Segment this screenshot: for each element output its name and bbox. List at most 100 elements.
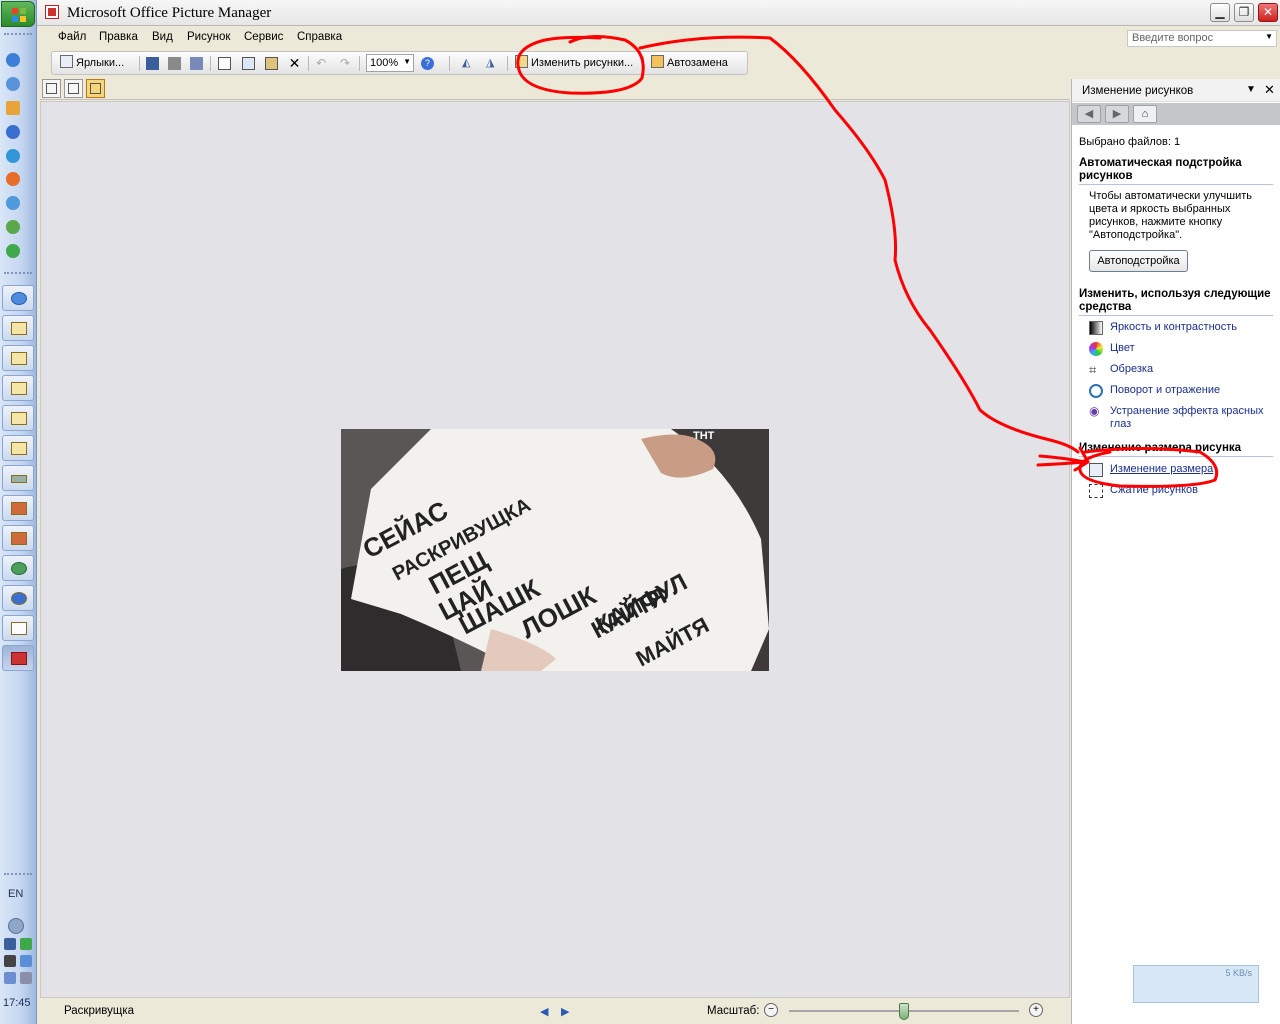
- picture-preview[interactable]: ТНТ СЕЙАС РАСКРИВУЩКА ПЕЩ ЦАЙ ШАШК ЛОШК …: [341, 429, 769, 671]
- next-picture-button[interactable]: ▶: [561, 1005, 569, 1018]
- photo-image: ТНТ СЕЙАС РАСКРИВУЩКА ПЕЩ ЦАЙ ШАШК ЛОШК …: [341, 429, 769, 671]
- tray-collapse-icon[interactable]: [8, 918, 24, 934]
- compress-icon: [1089, 484, 1103, 498]
- menu-picture[interactable]: Рисунок: [187, 31, 230, 43]
- autofix-icon: [651, 55, 664, 68]
- toolbar-separator: [210, 56, 211, 71]
- help-icon[interactable]: ?: [421, 57, 434, 70]
- chevron-down-icon: ▼: [1265, 32, 1273, 41]
- title-bar[interactable]: Microsoft Office Picture Manager ▁ ❐ ✕: [37, 0, 1280, 26]
- minimize-button[interactable]: ▁: [1210, 3, 1230, 22]
- task-pane-header: Изменение рисунков ▼ ✕: [1072, 79, 1280, 102]
- delete-icon[interactable]: ✕: [288, 56, 301, 70]
- shortcuts-button[interactable]: Ярлыки...: [60, 55, 124, 72]
- shortcuts-label: Ярлыки...: [76, 57, 125, 69]
- taskbar-item-globe[interactable]: [2, 555, 34, 581]
- filmstrip-icon: [68, 83, 79, 94]
- language-indicator[interactable]: EN: [8, 888, 23, 900]
- search-icon[interactable]: [6, 149, 20, 163]
- back-button[interactable]: ◀: [1077, 105, 1101, 123]
- restore-button[interactable]: ❐: [1234, 3, 1254, 22]
- rotate-icon: [1089, 384, 1103, 398]
- previous-picture-button[interactable]: ◀: [540, 1005, 548, 1018]
- close-button[interactable]: ✕: [1258, 3, 1278, 22]
- globe-icon: [11, 562, 27, 575]
- cut-icon[interactable]: [218, 57, 231, 70]
- tray-icon-3[interactable]: [4, 955, 16, 967]
- autofix-pane-button[interactable]: Автоподстройка: [1089, 250, 1188, 272]
- send-icon[interactable]: [190, 57, 203, 70]
- taskbar-item-app-2[interactable]: [2, 525, 34, 551]
- taskbar-item-folder-3[interactable]: [2, 375, 34, 401]
- arrow-left-icon: ◀: [540, 1006, 549, 1018]
- taskbar-item-app-1[interactable]: [2, 495, 34, 521]
- picture-manager-window: Microsoft Office Picture Manager ▁ ❐ ✕ Ф…: [37, 0, 1280, 1024]
- single-picture-view-button[interactable]: [86, 79, 105, 98]
- save-icon[interactable]: [146, 57, 159, 70]
- zoom-combo[interactable]: 100% ▼: [366, 54, 414, 72]
- redo-icon[interactable]: ↷: [340, 57, 353, 70]
- restore-icon: ❐: [1238, 5, 1250, 19]
- zoom-in-button[interactable]: +: [1029, 1003, 1043, 1017]
- task-pane-menu-button[interactable]: ▼: [1246, 84, 1256, 95]
- copy-icon[interactable]: [242, 57, 255, 70]
- autofix-button[interactable]: Автозамена: [651, 55, 728, 72]
- edit-pictures-button[interactable]: Изменить рисунки...: [515, 55, 633, 72]
- task-pane: Изменение рисунков ▼ ✕ ◀ ▶ ⌂ Выбрано фай…: [1071, 79, 1280, 1024]
- clock[interactable]: 17:45: [3, 997, 31, 1009]
- picture-canvas: ТНТ СЕЙАС РАСКРИВУЩКА ПЕЩ ЦАЙ ШАШК ЛОШК …: [40, 101, 1070, 998]
- tray-icon-1[interactable]: [4, 938, 16, 950]
- menu-help[interactable]: Справка: [297, 31, 342, 43]
- rotate-left-icon[interactable]: ◭: [462, 57, 475, 70]
- tray-grip: [4, 873, 32, 876]
- paste-icon[interactable]: [265, 57, 278, 70]
- menu-file[interactable]: Файл: [58, 31, 86, 43]
- chat-icon[interactable]: [6, 196, 20, 210]
- back-icon: ◀: [1084, 108, 1094, 120]
- taskbar-item-folder-5[interactable]: [2, 435, 34, 461]
- tray-icon-6[interactable]: [20, 972, 32, 984]
- zoom-slider-thumb[interactable]: [899, 1003, 909, 1020]
- ie-icon[interactable]: [6, 53, 20, 67]
- undo-icon[interactable]: ↶: [316, 57, 329, 70]
- picture-manager-icon: [45, 5, 59, 19]
- home-button[interactable]: ⌂: [1133, 105, 1157, 123]
- tray-icon-2[interactable]: [20, 938, 32, 950]
- windows-flag-icon: [12, 8, 26, 22]
- taskbar-item-folder-2[interactable]: [2, 345, 34, 371]
- toolbar-separator: [139, 56, 140, 71]
- taskbar-item-player[interactable]: [2, 585, 34, 611]
- taskbar-item-folder-1[interactable]: [2, 315, 34, 341]
- task-pane-close-button[interactable]: ✕: [1264, 82, 1275, 98]
- firefox-icon[interactable]: [6, 172, 20, 186]
- close-icon: ✕: [1264, 82, 1275, 97]
- minimize-icon: ▁: [1215, 5, 1225, 19]
- menu-edit[interactable]: Правка: [99, 31, 138, 43]
- filmstrip-view-button[interactable]: [64, 79, 83, 98]
- rotate-right-icon[interactable]: ◮: [486, 57, 499, 70]
- chevron-down-icon: ▼: [403, 57, 411, 66]
- globe-icon[interactable]: [6, 220, 20, 234]
- icq-icon[interactable]: [6, 244, 20, 258]
- single-picture-icon: [90, 83, 101, 94]
- taskbar-item-picture-manager[interactable]: [2, 645, 34, 671]
- taskbar-item-ie[interactable]: [2, 285, 34, 311]
- taskbar-item-calendar[interactable]: [2, 615, 34, 641]
- desktop-icon[interactable]: [6, 77, 20, 91]
- menu-tools[interactable]: Сервис: [244, 31, 283, 43]
- zoom-out-button[interactable]: −: [764, 1003, 778, 1017]
- start-button[interactable]: [1, 1, 35, 27]
- forward-button[interactable]: ▶: [1105, 105, 1129, 123]
- print-icon[interactable]: [168, 57, 181, 70]
- pencil-icon[interactable]: [6, 101, 20, 115]
- help-question-box[interactable]: Введите вопрос ▼: [1127, 30, 1277, 47]
- media-player-icon[interactable]: [6, 125, 20, 139]
- taskbar-item-folder-4[interactable]: [2, 405, 34, 431]
- tray-icon-5[interactable]: [4, 972, 16, 984]
- menu-view[interactable]: Вид: [152, 31, 173, 43]
- thumbnail-view-button[interactable]: [42, 79, 61, 98]
- drive-icon: [11, 475, 27, 483]
- taskbar-item-drive[interactable]: [2, 465, 34, 491]
- tray-icon-4[interactable]: [20, 955, 32, 967]
- redeye-icon: ◉: [1089, 404, 1100, 418]
